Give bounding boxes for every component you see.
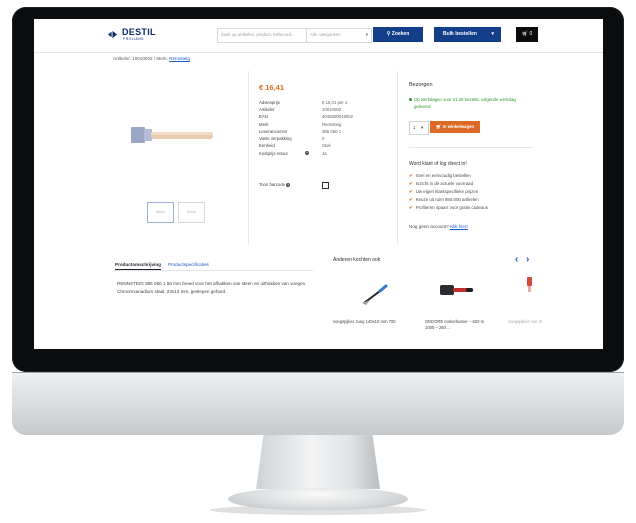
column-divider: [397, 71, 398, 244]
spec-label: Adviesprijs: [259, 100, 280, 105]
spec-value: 10010002: [322, 107, 342, 112]
stock-status-icon: [409, 98, 412, 101]
tool-icon[interactable]: [525, 277, 535, 293]
benefit-item: ✔ Uw eigen klantspecifieke prijzen: [409, 189, 478, 195]
breadcrumb: Artikelnr. 10010002 / Merk: Rennsteig: [113, 56, 190, 61]
benefit-label: Keuze uit ruim 850.000 artikelen: [415, 197, 479, 202]
cart-button[interactable]: 🛒︎ 0: [516, 27, 538, 42]
related-product-caption[interactable]: GEDORE mokerhamer – 620 m 1000 – 260 ...: [425, 319, 487, 331]
divider: [409, 147, 533, 148]
benefit-label: Snel en eenvoudig bestellen: [415, 173, 471, 178]
benefits-heading: Word klant of log direct in!: [409, 161, 467, 167]
spec-label: EAN: [259, 114, 268, 119]
delivery-heading: Bezorgen: [409, 82, 433, 88]
info-icon[interactable]: ?: [286, 182, 291, 187]
brand-link[interactable]: Rennsteig: [169, 56, 190, 61]
product-price: € 16,41: [259, 83, 285, 92]
logo-text[interactable]: DESTIL: [122, 27, 156, 37]
check-icon: ✔: [409, 189, 413, 194]
logo-subtext: PROLIANS: [123, 37, 144, 41]
spec-value: Stuk: [322, 143, 331, 148]
category-placeholder: Alle categorieën: [310, 32, 341, 37]
spec-value: Ja: [322, 151, 327, 156]
benefit-item: ✔ Inzicht in de actuele voorraad: [409, 181, 473, 187]
bulk-order-label: Bulk bestellen: [443, 31, 477, 37]
barcode-checkbox[interactable]: [322, 182, 329, 189]
quantity-select[interactable]: 1 ▾: [409, 121, 429, 135]
monitor-stand-foot: [228, 488, 408, 510]
register-link[interactable]: Klik hier!: [450, 224, 468, 229]
thumbnail-2[interactable]: Beeld: [178, 202, 205, 223]
chevron-left-icon[interactable]: ‹: [515, 255, 518, 265]
benefit-label: Profiteren spaarr voor gratis cadeaus: [415, 205, 488, 210]
spec-value: 0: [322, 136, 325, 141]
search-placeholder: Zoek op artikelen, product, trefwoord...: [221, 32, 295, 37]
spec-value: € 16,41 per 1: [322, 100, 348, 105]
cart-icon: 🛒︎: [435, 124, 442, 129]
tab-productspecificaties[interactable]: Productspecificaties: [168, 262, 209, 267]
product-image[interactable]: [129, 122, 219, 148]
check-icon: ✔: [409, 205, 413, 210]
monitor-divider: [12, 372, 624, 373]
thumbnail-1[interactable]: Beeld: [147, 202, 174, 223]
spec-value: 4049300019002: [322, 114, 354, 119]
bulk-order-button[interactable]: Bulk bestellen ▾: [434, 27, 501, 42]
logo-mark-icon: [108, 30, 117, 39]
category-select[interactable]: Alle categorieën ▾: [306, 28, 372, 43]
chevron-down-icon: ▾: [491, 31, 494, 37]
add-to-cart-label: In winkelwagen: [442, 124, 475, 129]
monitor-chin: [12, 372, 624, 435]
spec-label: Merk: [259, 122, 269, 127]
chevron-down-icon: ▾: [421, 125, 424, 130]
tab-underline: [113, 270, 313, 271]
site-header: DESTIL PROLIANS Zoek op artikelen, produ…: [34, 19, 603, 53]
spec-label: Vaste verpakking: [259, 136, 292, 141]
spec-label: Eenheid: [259, 143, 275, 148]
check-icon: ✔: [409, 173, 413, 178]
search-button-label: Zoeken: [391, 31, 410, 37]
search-icon: ⚲: [386, 31, 391, 37]
benefit-item: ✔ Keuze uit ruim 850.000 artikelen: [409, 197, 479, 203]
related-product-caption[interactable]: voegspijker mm 30021...: [508, 319, 542, 325]
breadcrumb-prefix: Artikelnr. 10010002 / Merk:: [113, 56, 170, 61]
benefit-item: ✔ Profiteren spaarr voor gratis cadeaus: [409, 205, 488, 211]
benefit-label: Uw eigen klantspecifieke prijzen: [415, 189, 479, 194]
account-prompt: Nog geen account? Klik hier!: [409, 224, 468, 229]
related-heading: Anderen kochten ook: [333, 257, 381, 263]
spec-label: Kostprijs retour?: [259, 151, 309, 156]
thumbnail-label: Beeld: [187, 210, 196, 214]
benefit-label: Inzicht in de actuele voorraad: [415, 181, 474, 186]
chevron-down-icon: ▾: [365, 32, 368, 37]
related-product-caption[interactable]: voegspijker Jung 140x10 mm 700: [333, 319, 408, 325]
column-divider: [248, 71, 249, 244]
info-icon[interactable]: ?: [305, 151, 309, 155]
product-description: RENNSTEIG 385 050 1 50 mm breed voor het…: [117, 281, 307, 294]
benefit-item: ✔ Snel en eenvoudig bestellen: [409, 173, 471, 179]
spec-value: 385 050 1: [322, 129, 342, 134]
check-icon: ✔: [409, 197, 413, 202]
cart-count: 0: [529, 31, 533, 37]
thumbnail-label: Beeld: [156, 210, 165, 214]
chevron-right-icon[interactable]: ›: [526, 255, 529, 265]
quantity-value: 1: [413, 125, 416, 130]
check-icon: ✔: [409, 181, 413, 186]
trowel-icon[interactable]: [360, 281, 396, 305]
add-to-cart-button[interactable]: 🛒︎ In winkelwagen: [430, 121, 480, 133]
spec-value: Rennsteig: [322, 122, 342, 127]
cart-icon: 🛒︎: [521, 31, 529, 37]
spec-label: Artikelnr: [259, 107, 275, 112]
spec-label: Leveranciersnr: [259, 129, 288, 134]
tab-productomschrijving[interactable]: Productomschrijving: [115, 262, 161, 270]
stock-status: Op werkdagen voor 21.30 besteld, volgend…: [414, 97, 516, 109]
hammer-icon[interactable]: [436, 281, 476, 303]
barcode-label: Toon barcode ?: [259, 182, 291, 187]
monitor-stand-neck: [256, 435, 380, 489]
browser-screen: DESTIL PROLIANS Zoek op artikelen, produ…: [34, 19, 603, 349]
search-button[interactable]: ⚲ Zoeken: [373, 27, 423, 42]
